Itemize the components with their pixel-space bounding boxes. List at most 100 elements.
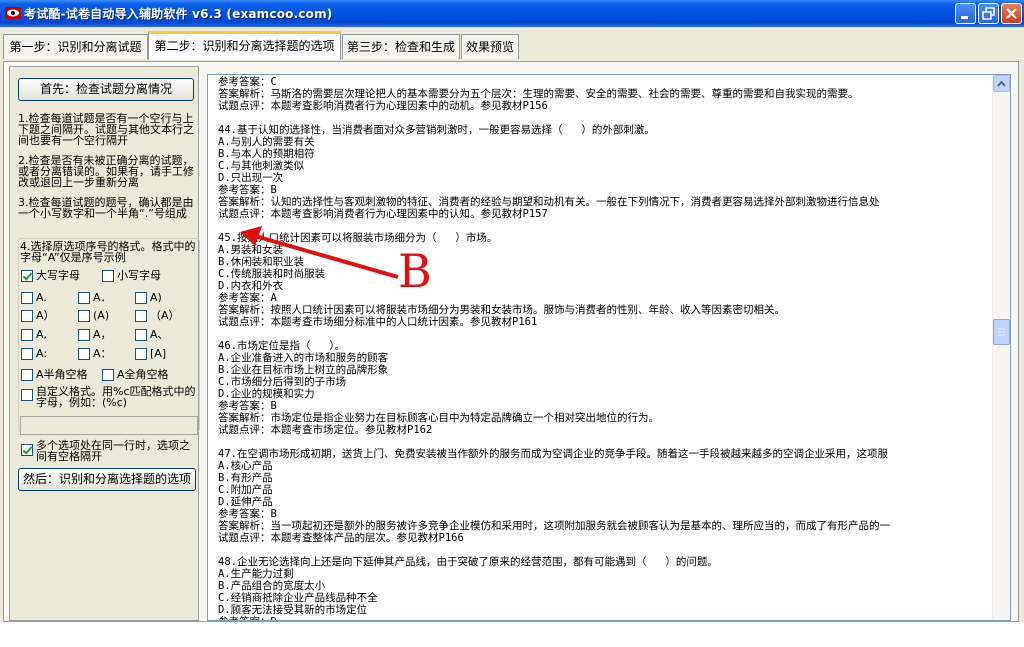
tab-panel: 首先：检查试题分离情况 1.检查每道试题是否有一个空行与上下题之间隔开。试题与其… <box>3 61 1019 622</box>
arrow-up-icon <box>997 80 1006 87</box>
format-label: [A] <box>150 347 167 360</box>
tab-step1[interactable]: 第一步：识别和分离试题 <box>3 34 148 59</box>
lowercase-checkbox[interactable] <box>102 270 114 282</box>
close-button[interactable] <box>1001 3 1022 24</box>
document-line: D.企业的规模和实力 <box>218 388 315 400</box>
restore-icon <box>982 7 995 20</box>
app-window: 考试酷-试卷自动导入辅助软件 v6.3 (examcoo.com) 第一步：识别… <box>0 0 1024 622</box>
format-label: A： <box>93 347 112 360</box>
document-line: C.市场细分后得到的子市场 <box>218 376 347 388</box>
document-line: 参考答案：A <box>218 292 277 304</box>
document-line: C.传统服装和时尚服装 <box>218 268 326 280</box>
document-line: B.休闲装和职业装 <box>218 256 305 268</box>
format-label: （A） <box>150 309 180 322</box>
minimize-icon <box>961 16 968 19</box>
document-line: 参考答案：B <box>218 400 277 412</box>
window-title: 考试酷-试卷自动导入辅助软件 v6.3 (examcoo.com) <box>24 7 333 21</box>
format-label: A） <box>36 309 55 322</box>
format-label: A、 <box>150 328 169 341</box>
document-line: 参考答案：B <box>218 184 277 196</box>
eye-icon <box>5 7 21 19</box>
tab-step3[interactable]: 第三步：检查和生成 <box>342 34 460 59</box>
document-line: C.与其他刺激类似 <box>218 160 305 172</box>
tab-strip: 第一步：识别和分离试题 第二步：识别和分离选择题的选项 第三步：检查和生成 效果… <box>0 27 1024 63</box>
split-options-button[interactable]: 然后：识别和分离选择题的选项 <box>18 468 196 491</box>
close-icon <box>1006 8 1017 19</box>
format-checkbox[interactable] <box>21 292 33 304</box>
format-checkbox[interactable] <box>135 292 147 304</box>
document-line: 答案解析：马斯洛的需要层次理论把人的基本需要分为五个层次：生理的需要、安全的需要… <box>218 88 859 100</box>
annotation-label: B <box>398 244 432 298</box>
format-label: A, <box>36 328 48 341</box>
document-line: B.有形产品 <box>218 472 273 484</box>
tab-step2[interactable]: 第二步：识别和分离选择题的选项 <box>148 31 341 60</box>
document-line: C.经销商抵除企业产品线品种不全 <box>218 592 378 604</box>
format-checkbox[interactable] <box>135 329 147 341</box>
scroll-up-button[interactable] <box>993 75 1010 92</box>
document-line: 46.市场定位是指（ ）。 <box>218 340 346 352</box>
document-line: 45.按照人口统计因素可以将服装市场细分为（ ）市场。 <box>218 232 498 244</box>
format-label: A， <box>93 328 112 341</box>
document-line: 答案解析：按照人口统计因素可以将服装市场细分为男装和女装市场。服饰与消费者的性别… <box>218 304 785 316</box>
multi-option-checkbox[interactable] <box>21 444 33 456</box>
document-line: 答案解析：认知的选择性与客观刺激物的特征、消费者的经验与期望和动机有关。一般在下… <box>218 196 880 208</box>
document-line: B.与本人的预期相符 <box>218 148 315 160</box>
scroll-thumb[interactable] <box>993 319 1010 345</box>
format-label: A: <box>36 347 48 360</box>
document-line: 参考答案：B <box>218 508 277 520</box>
fullwidth-space-checkbox[interactable] <box>102 369 114 381</box>
document-line: D.只出现一次 <box>218 172 284 184</box>
custom-format-label: 自定义格式。用%c匹配格式中的字母，例如：(%c) <box>36 385 196 409</box>
restore-button[interactable] <box>978 3 999 24</box>
format-checkbox[interactable] <box>135 348 147 360</box>
document-line: C.附加产品 <box>218 484 273 496</box>
tab-preview[interactable]: 效果预览 <box>461 34 519 59</box>
document-line: 47.在空调市场形成初期，送货上门、免费安装被当作额外的服务而成为空调企业的竞争… <box>218 448 888 460</box>
document-line: A.与别人的需要有关 <box>218 136 315 148</box>
document-textarea[interactable]: 参考答案：C 答案解析：马斯洛的需要层次理论把人的基本需要分为五个层次：生理的需要… <box>207 74 1011 621</box>
format-checkbox[interactable] <box>78 348 90 360</box>
document-line: D.顾客无法接受其新的市场定位 <box>218 604 368 616</box>
document-line: 试题点评：本题考查市场细分标准中的人口统计因素。参见教材P161 <box>218 316 538 328</box>
format-checkbox[interactable] <box>78 310 90 322</box>
document-line: 44.基于认知的选择性，当消费者面对众多营销刺激时，一般更容易选择（ ）的外部刺… <box>218 124 655 136</box>
document-line: D.延伸产品 <box>218 496 273 508</box>
title-bar[interactable]: 考试酷-试卷自动导入辅助软件 v6.3 (examcoo.com) <box>0 0 1024 27</box>
document-line: B.企业在目标市场上树立的品牌形象 <box>218 364 389 376</box>
format-checkbox[interactable] <box>21 329 33 341</box>
multi-option-label: 多个选项处在同一行时，选项之间有空格隔开 <box>36 439 190 463</box>
format-label: A． <box>93 291 112 304</box>
custom-format-input[interactable] <box>20 416 198 435</box>
format-checkbox[interactable] <box>21 310 33 322</box>
format-checkbox[interactable] <box>21 348 33 360</box>
instruction-1: 1.检查每道试题是否有一个空行与上下题之间隔开。试题与其他文本行之间也要有一个空… <box>18 112 194 147</box>
custom-format-checkbox[interactable] <box>21 389 33 401</box>
grip-icon <box>998 328 1005 336</box>
document-line: 试题点评：本题考查整体产品的层次。参见教材P166 <box>218 532 464 544</box>
fullwidth-space-label: A全角空格 <box>117 368 169 381</box>
vertical-scrollbar[interactable] <box>992 75 1010 620</box>
document-line: 参考答案：C <box>218 76 277 88</box>
document-line: 答案解析：市场定位是指企业努力在目标顾客心目中为特定品牌确立一个相对突出地位的行… <box>218 412 659 424</box>
document-line: D.内衣和外衣 <box>218 280 284 292</box>
format-checkbox[interactable] <box>135 310 147 322</box>
document-line: A.男装和女装 <box>218 244 284 256</box>
minimize-button[interactable] <box>955 3 976 24</box>
format-checkbox[interactable] <box>78 292 90 304</box>
options-panel: 首先：检查试题分离情况 1.检查每道试题是否有一个空行与上下题之间隔开。试题与其… <box>9 66 200 621</box>
document-line: 48.企业无论选择向上还是向下延伸其产品线，由于突破了原来的经营范围，都有可能遇… <box>218 556 718 568</box>
document-line: A.企业准备进入的市场和服务的顾客 <box>218 352 389 364</box>
lowercase-label: 小写字母 <box>117 269 161 282</box>
halfwidth-space-label: A半角空格 <box>36 368 88 381</box>
format-label: (A) <box>93 309 110 322</box>
uppercase-checkbox[interactable] <box>21 270 33 282</box>
halfwidth-space-checkbox[interactable] <box>21 369 33 381</box>
document-line: 试题点评：本题考查影响消费者行为心理因素中的认知。参见教材P157 <box>218 208 548 220</box>
document-line: B.产品组合的宽度太小 <box>218 580 326 592</box>
format-checkbox[interactable] <box>78 329 90 341</box>
check-split-button[interactable]: 首先：检查试题分离情况 <box>18 78 194 101</box>
